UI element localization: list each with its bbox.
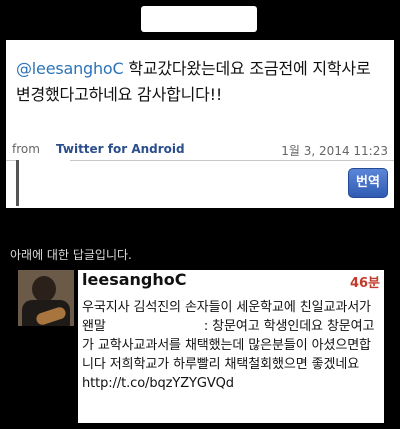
reply-username[interactable]: leesanghoC — [82, 270, 186, 289]
top-bar — [0, 0, 400, 38]
avatar[interactable] — [18, 270, 74, 326]
redacted-inline — [110, 318, 200, 330]
reply-content: leesanghoC 46분 우국지사 김석진의 손자들이 세운학교에 친일교과… — [78, 270, 384, 423]
reply-header: 아래에 대한 답글입니다. — [10, 248, 132, 262]
tweet-text: @leesanghoC 학교갔다왔는데요 조금전에 지학사로 변경했다고하네요 … — [16, 56, 386, 108]
timestamp: 1월 3, 2014 11:23 — [281, 144, 388, 158]
tweet-card: @leesanghoC 학교갔다왔는데요 조금전에 지학사로 변경했다고하네요 … — [6, 40, 394, 208]
from-label: from — [12, 142, 40, 156]
mention-link[interactable]: @leesanghoC — [16, 59, 124, 78]
reply-age: 46분 — [349, 276, 380, 291]
translate-button[interactable]: 번역 — [348, 168, 388, 198]
redacted-area — [141, 6, 257, 32]
reply-card: leesanghoC 46분 우국지사 김석진의 손자들이 세운학교에 친일교과… — [8, 264, 392, 425]
source-link[interactable]: Twitter for Android — [56, 142, 185, 156]
reply-text: 우국지사 김석진의 손자들이 세운학교에 친일교과서가 왠말 : 창문여고 학생… — [82, 298, 378, 393]
avatar-head-shape — [32, 276, 56, 302]
redacted-avatar — [16, 160, 70, 206]
